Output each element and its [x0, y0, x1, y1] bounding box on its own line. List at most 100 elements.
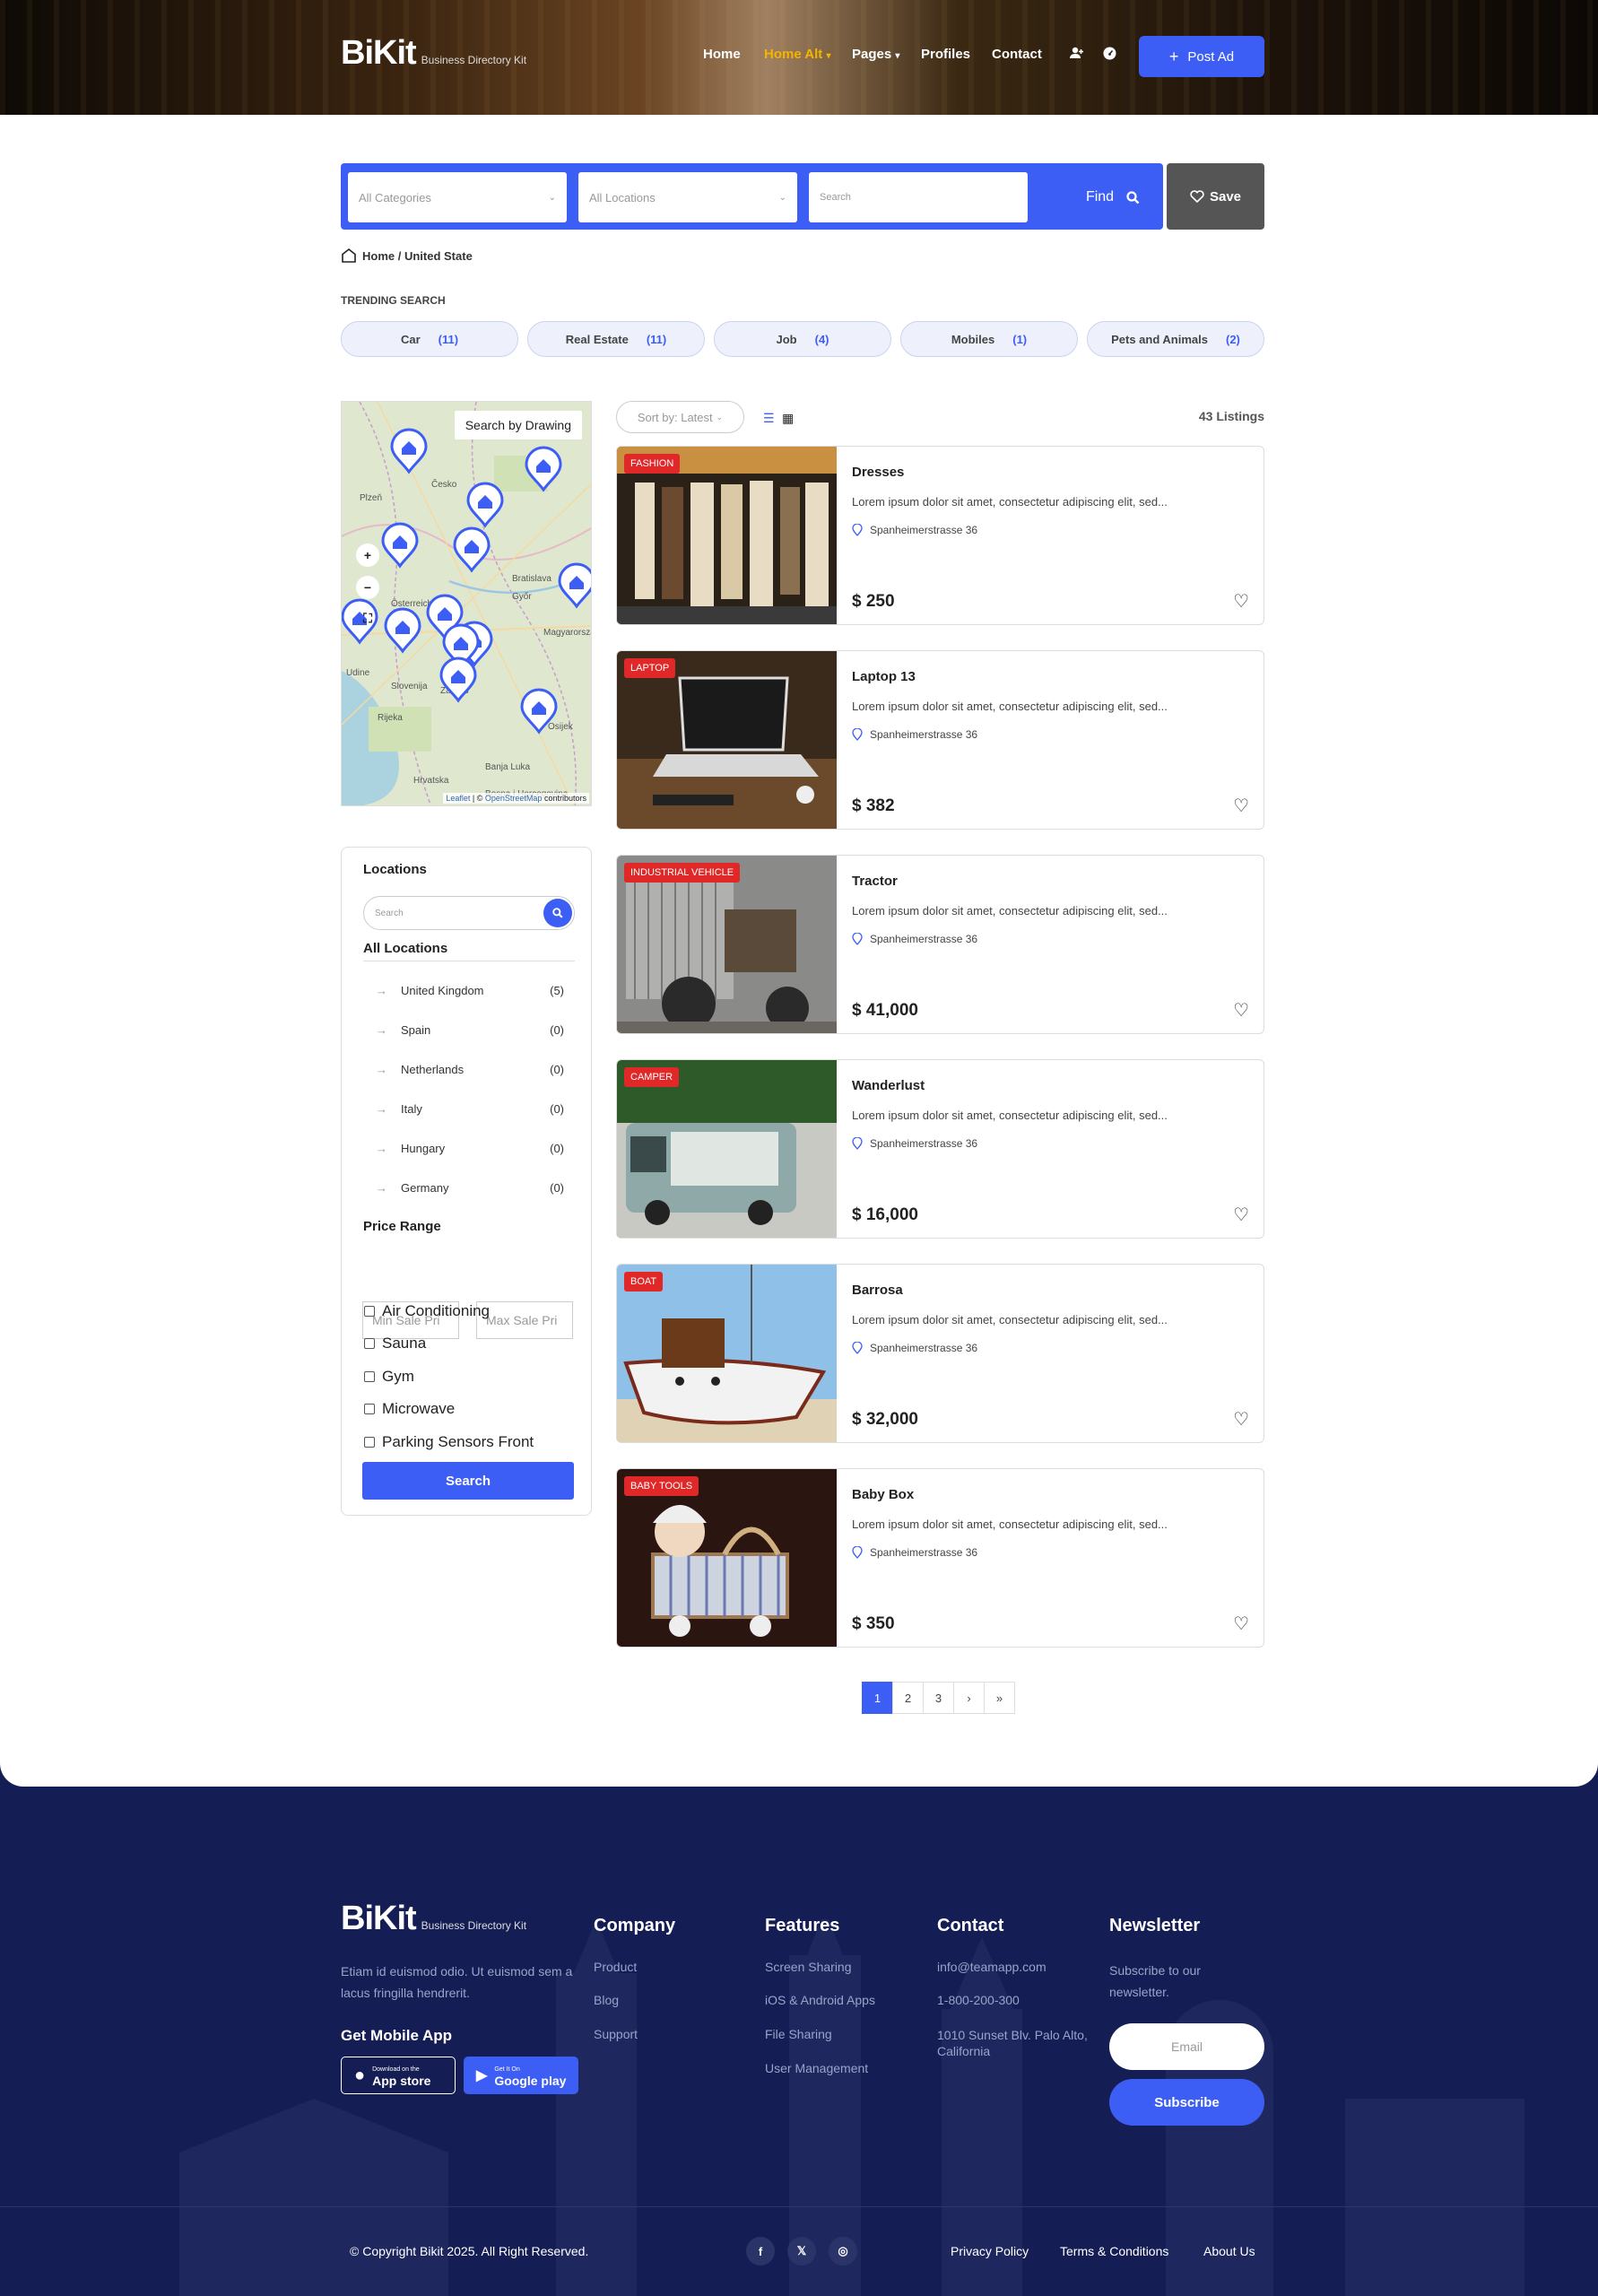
post-ad-button[interactable]: + Post Ad [1139, 36, 1264, 77]
map-marker-icon[interactable] [453, 526, 491, 573]
footer-logo[interactable]: BiKit Business Directory Kit [341, 1900, 526, 1938]
nav-pages[interactable]: Pages ▾ [852, 47, 899, 62]
dashboard-icon[interactable] [1103, 47, 1116, 63]
footer-link-user-management[interactable]: User Management [765, 2061, 868, 2075]
footer-link-screen-sharing[interactable]: Screen Sharing [765, 1960, 852, 1974]
filter-search-button[interactable]: Search [362, 1462, 574, 1500]
save-search-button[interactable]: Save [1167, 163, 1264, 230]
chevron-down-icon: ⌄ [548, 192, 556, 203]
footer-link-product[interactable]: Product [594, 1960, 637, 1974]
app-store-button[interactable]: ● Download on the App store [341, 2057, 456, 2094]
footer-link-support[interactable]: Support [594, 2027, 638, 2041]
listing-card[interactable]: INDUSTRIAL VEHICLE Tractor Lorem ipsum d… [616, 855, 1264, 1034]
listing-title[interactable]: Dresses [852, 465, 904, 480]
map-marker-icon[interactable] [525, 446, 562, 492]
sort-select[interactable]: Sort by: Latest ⌄ [616, 401, 744, 433]
footer-link-apps[interactable]: iOS & Android Apps [765, 1993, 875, 2007]
heart-icon[interactable]: ♡ [1233, 1613, 1249, 1635]
listing-card[interactable]: FASHION Dresses Lorem ipsum dolor sit am… [616, 446, 1264, 625]
amenity-checkbox[interactable]: Parking Sensors Front [364, 1433, 534, 1451]
home-icon[interactable] [341, 248, 357, 264]
contact-email[interactable]: info@teamapp.com [937, 1960, 1047, 1974]
map-marker-icon[interactable] [466, 482, 504, 528]
zoom-out-button[interactable]: − [356, 576, 379, 599]
find-button[interactable]: Find [1069, 172, 1157, 222]
page-1[interactable]: 1 [862, 1682, 893, 1714]
heart-icon[interactable]: ♡ [1233, 1204, 1249, 1226]
category-select[interactable]: All Categories ⌄ [348, 172, 567, 222]
facebook-icon[interactable]: f [746, 2237, 775, 2266]
heart-icon[interactable]: ♡ [1233, 590, 1249, 613]
trending-pill[interactable]: Mobiles (1) [900, 321, 1078, 357]
list-view-icon[interactable]: ☰ [763, 411, 775, 426]
nav-contact[interactable]: Contact [992, 47, 1042, 62]
zoom-in-button[interactable]: + [356, 544, 379, 567]
map-marker-icon[interactable] [381, 522, 419, 569]
newsletter-email-input[interactable]: Email [1109, 2023, 1264, 2070]
listing-title[interactable]: Tractor [852, 874, 898, 889]
page-3[interactable]: 3 [923, 1682, 954, 1714]
footer-link-file-sharing[interactable]: File Sharing [765, 2027, 832, 2041]
privacy-policy-link[interactable]: Privacy Policy [951, 2244, 1029, 2258]
trending-pill[interactable]: Car (11) [341, 321, 518, 357]
map-marker-icon[interactable] [520, 688, 558, 735]
listing-address: Spanheimerstrasse 36 [852, 1546, 977, 1559]
instagram-icon[interactable]: ◎ [829, 2237, 857, 2266]
listing-title[interactable]: Laptop 13 [852, 669, 916, 684]
keyword-input[interactable]: Search [809, 172, 1028, 222]
features-title: Features [765, 1916, 840, 1935]
page-last[interactable]: » [984, 1682, 1015, 1714]
nav-home-alt[interactable]: Home Alt ▾ [764, 47, 830, 62]
grid-view-icon[interactable]: ▦ [782, 411, 794, 426]
listing-card[interactable]: LAPTOP Laptop 13 Lorem ipsum dolor sit a… [616, 650, 1264, 830]
listing-card[interactable]: BABY TOOLS Baby Box Lorem ipsum dolor si… [616, 1468, 1264, 1648]
heart-icon[interactable]: ♡ [1233, 795, 1249, 817]
listing-title[interactable]: Baby Box [852, 1487, 914, 1502]
chevron-down-icon: ▾ [826, 51, 831, 61]
user-add-icon[interactable] [1070, 47, 1084, 62]
contact-phone[interactable]: 1-800-200-300 [937, 1993, 1020, 2007]
page-2[interactable]: 2 [892, 1682, 924, 1714]
amenity-checkbox[interactable]: Sauna [364, 1335, 426, 1352]
subscribe-button[interactable]: Subscribe [1109, 2079, 1264, 2126]
heart-icon[interactable]: ♡ [1233, 1408, 1249, 1431]
map-marker-icon[interactable] [384, 607, 421, 654]
listing-card[interactable]: CAMPER Wanderlust Lorem ipsum dolor sit … [616, 1059, 1264, 1239]
map-marker-icon[interactable] [390, 428, 428, 474]
amenity-checkbox[interactable]: Microwave [364, 1400, 455, 1418]
listing-card[interactable]: BOAT Barrosa Lorem ipsum dolor sit amet,… [616, 1264, 1264, 1443]
listing-title[interactable]: Barrosa [852, 1283, 903, 1298]
location-pin-icon [852, 1342, 863, 1354]
footer-link-blog[interactable]: Blog [594, 1993, 619, 2007]
listing-price: $ 250 [852, 592, 895, 611]
leaflet-link[interactable]: Leaflet [446, 794, 470, 803]
heart-icon[interactable]: ♡ [1233, 999, 1249, 1022]
map-marker-icon[interactable] [439, 657, 477, 703]
map[interactable]: Česko Bratislava Österreich Magyarország… [341, 401, 592, 806]
x-twitter-icon[interactable]: 𝕏 [787, 2237, 816, 2266]
listing-price: $ 382 [852, 796, 895, 815]
nav-home[interactable]: Home [703, 47, 741, 62]
about-us-link[interactable]: About Us [1203, 2244, 1255, 2258]
trending-pill[interactable]: Job (4) [714, 321, 891, 357]
search-by-drawing-button[interactable]: Search by Drawing [454, 411, 582, 439]
google-play-button[interactable]: ▶ Get It On Google play [464, 2057, 578, 2094]
logo[interactable]: BiKit Business Directory Kit [341, 34, 526, 73]
trending-pill[interactable]: Pets and Animals (2) [1087, 321, 1264, 357]
fullscreen-icon[interactable]: ⛶ [356, 606, 379, 630]
location-select[interactable]: All Locations ⌄ [578, 172, 797, 222]
listing-description: Lorem ipsum dolor sit amet, consectetur … [852, 904, 1168, 918]
amenity-checkbox[interactable]: Air Conditioning [364, 1302, 490, 1320]
listing-title[interactable]: Wanderlust [852, 1078, 925, 1093]
amenity-checkbox[interactable]: Gym [364, 1368, 414, 1386]
footer-cap [0, 1763, 1598, 1787]
trending-pill[interactable]: Real Estate (11) [527, 321, 705, 357]
category-badge: BABY TOOLS [624, 1476, 699, 1496]
listing-count: 43 Listings [1198, 409, 1264, 423]
terms-link[interactable]: Terms & Conditions [1060, 2244, 1168, 2258]
breadcrumb-text[interactable]: Home / United State [362, 249, 473, 263]
osm-link[interactable]: OpenStreetMap [485, 794, 543, 803]
page-next[interactable]: › [953, 1682, 985, 1714]
nav-profiles[interactable]: Profiles [921, 47, 970, 62]
map-marker-icon[interactable] [558, 562, 592, 609]
